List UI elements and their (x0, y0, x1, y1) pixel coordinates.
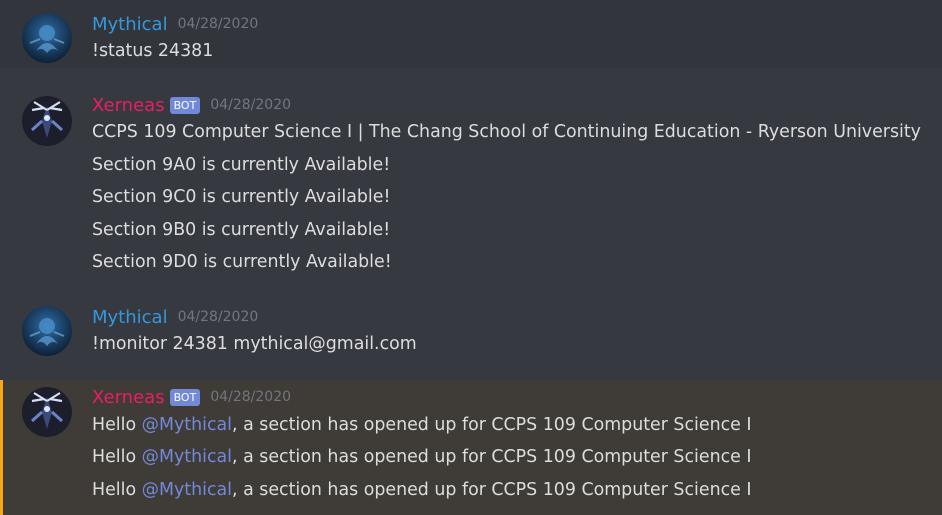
message-text: Hello @Mythical, a section has opened up… (92, 412, 752, 438)
text-prefix: Hello (92, 415, 142, 435)
message-text: Section 9D0 is currently Available! (92, 252, 392, 272)
text-suffix: , a section has opened up for CCPS 109 C… (232, 480, 752, 500)
timestamp: 04/28/2020 (210, 97, 292, 113)
author-name[interactable]: Xerneas (92, 95, 165, 116)
timestamp: 04/28/2020 (210, 389, 292, 405)
mention-message-group: Xerneas BOT 04/28/2020 Hello @Mythical, … (0, 380, 942, 515)
timestamp: 04/28/2020 (177, 309, 259, 325)
timestamp: 04/28/2020 (177, 16, 259, 32)
text-suffix: , a section has opened up for CCPS 109 C… (232, 415, 752, 435)
message-text: Section 9A0 is currently Available! (92, 155, 391, 175)
message-text: !status 24381 (92, 41, 214, 61)
message-text: Hello @Mythical, a section has opened up… (92, 444, 752, 470)
user-avatar-icon[interactable] (22, 13, 72, 63)
author-name[interactable]: Mythical (92, 14, 168, 35)
user-mention[interactable]: @Mythical (142, 480, 232, 500)
message-text: Hello @Mythical, a section has opened up… (92, 477, 752, 503)
user-mention[interactable]: @Mythical (142, 415, 232, 435)
text-prefix: Hello (92, 447, 142, 467)
bot-tag: BOT (169, 388, 201, 406)
bot-tag: BOT (169, 96, 201, 114)
author-name[interactable]: Mythical (92, 307, 168, 328)
message-text: !monitor 24381 mythical@gmail.com (92, 334, 417, 354)
message-group: Xerneas BOT 04/28/2020 CCPS 109 Computer… (0, 84, 942, 284)
user-mention[interactable]: @Mythical (142, 447, 232, 467)
message-group: Mythical 04/28/2020 !status 24381 (0, 0, 942, 68)
author-name[interactable]: Xerneas (92, 387, 165, 408)
message-text: Section 9B0 is currently Available! (92, 220, 391, 240)
message-group: Mythical 04/28/2020 !monitor 24381 mythi… (0, 294, 942, 370)
xerneas-avatar-icon[interactable] (22, 96, 72, 146)
text-suffix: , a section has opened up for CCPS 109 C… (232, 447, 752, 467)
message-text: CCPS 109 Computer Science I | The Chang … (92, 122, 921, 142)
text-prefix: Hello (92, 480, 142, 500)
xerneas-avatar-icon[interactable] (22, 387, 72, 437)
message-text: Section 9C0 is currently Available! (92, 187, 391, 207)
user-avatar-icon[interactable] (22, 306, 72, 356)
chat-log: Mythical 04/28/2020 !status 24381 Xernea… (0, 0, 942, 515)
